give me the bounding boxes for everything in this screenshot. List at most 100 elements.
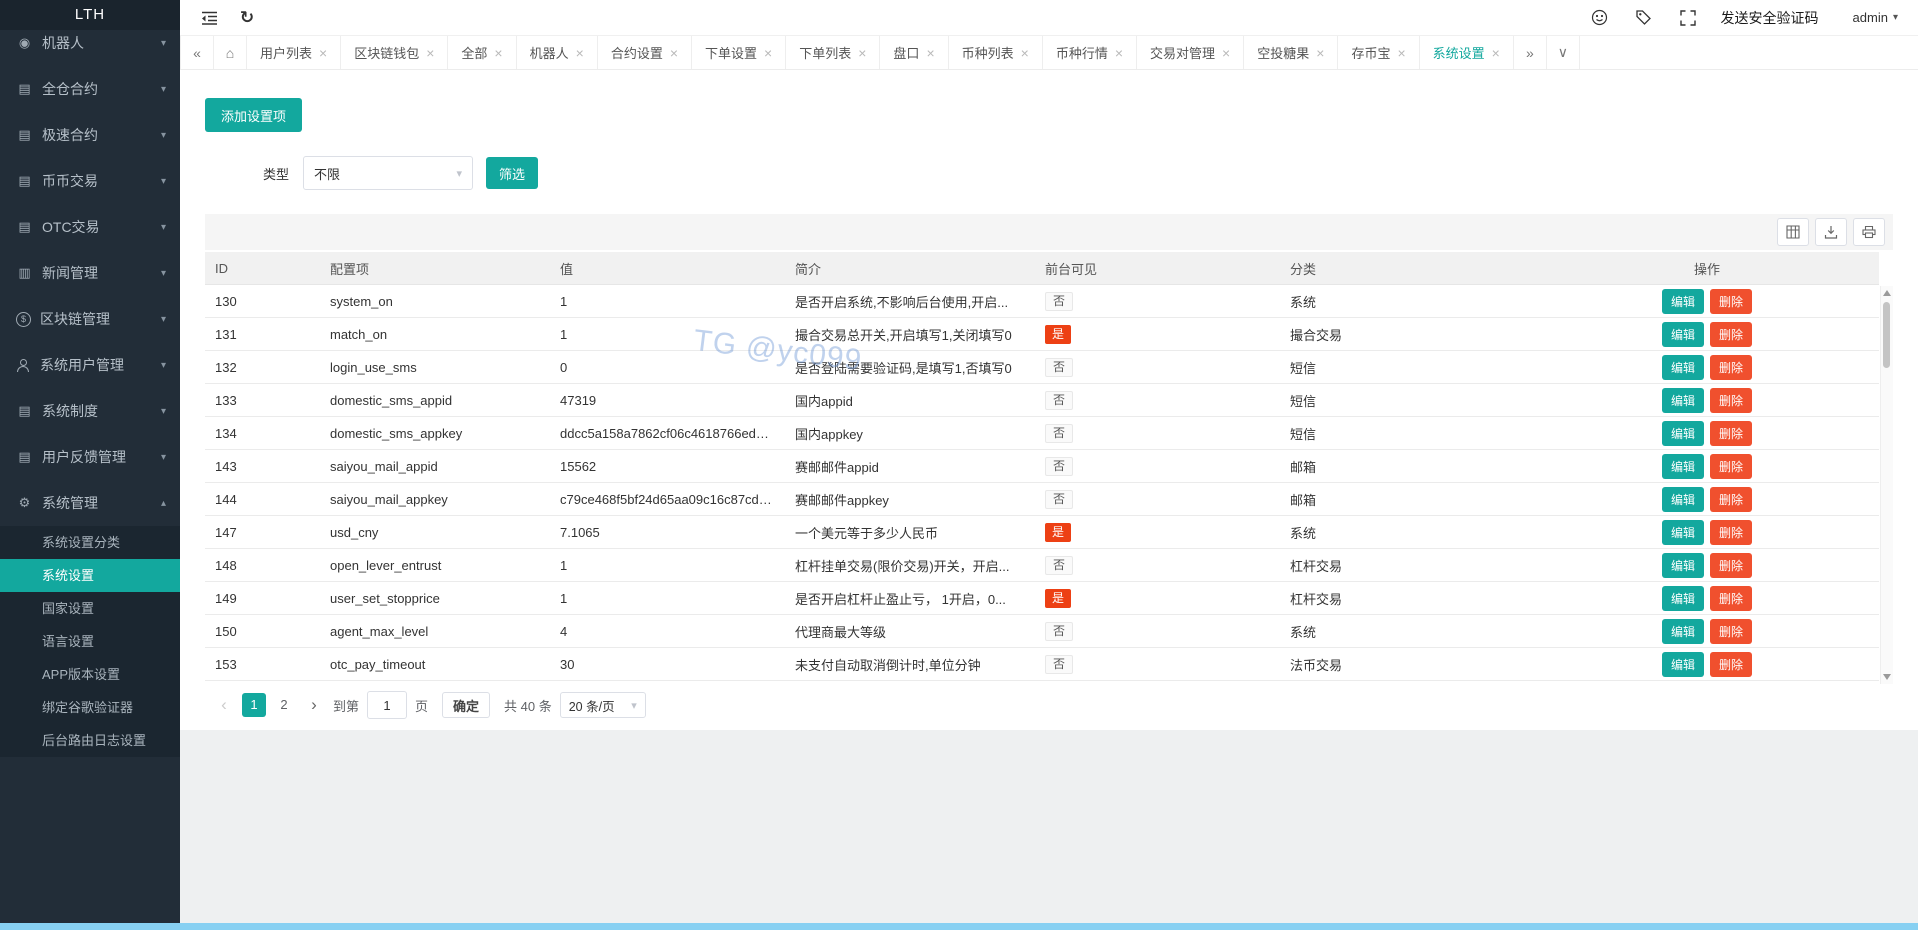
edit-button[interactable]: 编辑 bbox=[1662, 487, 1704, 512]
edit-button[interactable]: 编辑 bbox=[1662, 289, 1704, 314]
tabs-dropdown-button[interactable]: ∨ bbox=[1547, 36, 1580, 69]
delete-button[interactable]: 删除 bbox=[1710, 454, 1752, 479]
scroll-up-icon[interactable] bbox=[1883, 290, 1891, 296]
edit-button[interactable]: 编辑 bbox=[1662, 553, 1704, 578]
close-icon[interactable]: × bbox=[494, 46, 502, 60]
print-icon[interactable] bbox=[1853, 218, 1885, 246]
admin-menu[interactable]: admin ▾ bbox=[1853, 10, 1898, 25]
close-icon[interactable]: × bbox=[670, 46, 678, 60]
close-icon[interactable]: × bbox=[1316, 46, 1324, 60]
close-icon[interactable]: × bbox=[1397, 46, 1405, 60]
sidebar-subitem-setting-category[interactable]: 系统设置分类 bbox=[0, 526, 180, 559]
tab-deposit[interactable]: 存币宝× bbox=[1338, 36, 1419, 69]
sidebar-item-fast-contract[interactable]: ▤极速合约▾ bbox=[0, 112, 180, 158]
delete-button[interactable]: 删除 bbox=[1710, 652, 1752, 677]
edit-button[interactable]: 编辑 bbox=[1662, 619, 1704, 644]
export-icon[interactable] bbox=[1815, 218, 1847, 246]
tab-robot[interactable]: 机器人× bbox=[517, 36, 598, 69]
tab-coin-market[interactable]: 币种行情× bbox=[1043, 36, 1137, 69]
tab-order-list[interactable]: 下单列表× bbox=[786, 36, 880, 69]
delete-button[interactable]: 删除 bbox=[1710, 553, 1752, 578]
page-button-2[interactable]: 2 bbox=[272, 693, 296, 717]
edit-button[interactable]: 编辑 bbox=[1662, 586, 1704, 611]
filter-button[interactable]: 筛选 bbox=[486, 157, 538, 189]
tab-blockchain-wallet[interactable]: 区块链钱包× bbox=[341, 36, 448, 69]
delete-button[interactable]: 删除 bbox=[1710, 520, 1752, 545]
sidebar-item-full-contract[interactable]: ▤全仓合约▾ bbox=[0, 66, 180, 112]
columns-icon[interactable] bbox=[1777, 218, 1809, 246]
edit-button[interactable]: 编辑 bbox=[1662, 520, 1704, 545]
send-security-code-button[interactable]: 发送安全验证码 bbox=[1721, 8, 1819, 28]
close-icon[interactable]: × bbox=[1021, 46, 1029, 60]
delete-button[interactable]: 删除 bbox=[1710, 421, 1752, 446]
tag-icon[interactable] bbox=[1633, 7, 1655, 29]
tab-user-list[interactable]: 用户列表× bbox=[247, 36, 341, 69]
sidebar-subitem-google-auth[interactable]: 绑定谷歌验证器 bbox=[0, 691, 180, 724]
close-icon[interactable]: × bbox=[1492, 46, 1500, 60]
tab-pair-manage[interactable]: 交易对管理× bbox=[1137, 36, 1244, 69]
delete-button[interactable]: 删除 bbox=[1710, 289, 1752, 314]
prev-page-button[interactable]: ‹ bbox=[213, 695, 235, 715]
sidebar-subitem-system-setting[interactable]: 系统设置 bbox=[0, 559, 180, 592]
sidebar-item-news-manage[interactable]: ▥新闻管理▾ bbox=[0, 250, 180, 296]
tab-order-setting[interactable]: 下单设置× bbox=[692, 36, 786, 69]
next-page-button[interactable]: › bbox=[303, 695, 325, 715]
sidebar-subitem-route-log[interactable]: 后台路由日志设置 bbox=[0, 724, 180, 757]
tab-contract-setting[interactable]: 合约设置× bbox=[598, 36, 692, 69]
delete-button[interactable]: 删除 bbox=[1710, 322, 1752, 347]
sidebar-item-user-feedback[interactable]: ▤用户反馈管理▾ bbox=[0, 434, 180, 480]
delete-button[interactable]: 删除 bbox=[1710, 586, 1752, 611]
close-icon[interactable]: × bbox=[926, 46, 934, 60]
delete-button[interactable]: 删除 bbox=[1710, 487, 1752, 512]
tab-depth[interactable]: 盘口× bbox=[880, 36, 948, 69]
scroll-down-icon[interactable] bbox=[1883, 674, 1891, 680]
cell-value: 7.1065 bbox=[550, 516, 785, 549]
add-setting-button[interactable]: 添加设置项 bbox=[205, 98, 302, 132]
tab-system-setting[interactable]: 系统设置× bbox=[1420, 36, 1514, 69]
tab-airdrop[interactable]: 空投糖果× bbox=[1244, 36, 1338, 69]
sidebar-item-system-policy[interactable]: ▤系统制度▾ bbox=[0, 388, 180, 434]
tab-coin-list[interactable]: 币种列表× bbox=[949, 36, 1043, 69]
horizontal-scrollbar[interactable] bbox=[0, 923, 1918, 930]
edit-button[interactable]: 编辑 bbox=[1662, 388, 1704, 413]
edit-button[interactable]: 编辑 bbox=[1662, 355, 1704, 380]
delete-button[interactable]: 删除 bbox=[1710, 355, 1752, 380]
tabs-scroll-left-button[interactable]: « bbox=[180, 36, 214, 69]
sidebar-subitem-language-setting[interactable]: 语言设置 bbox=[0, 625, 180, 658]
fullscreen-icon[interactable] bbox=[1677, 7, 1699, 29]
close-icon[interactable]: × bbox=[1222, 46, 1230, 60]
close-icon[interactable]: × bbox=[426, 46, 434, 60]
sidebar-item-coin-trade[interactable]: ▤币币交易▾ bbox=[0, 158, 180, 204]
close-icon[interactable]: × bbox=[764, 46, 772, 60]
edit-button[interactable]: 编辑 bbox=[1662, 454, 1704, 479]
sidebar-item-system-users[interactable]: 系统用户管理▾ bbox=[0, 342, 180, 388]
close-icon[interactable]: × bbox=[1115, 46, 1123, 60]
home-tab[interactable]: ⌂ bbox=[214, 36, 247, 69]
tabs-scroll-right-button[interactable]: » bbox=[1514, 36, 1547, 69]
sidebar-subitem-country-setting[interactable]: 国家设置 bbox=[0, 592, 180, 625]
type-select[interactable]: 不限 ▾ bbox=[303, 156, 473, 190]
page-button-1[interactable]: 1 bbox=[242, 693, 266, 717]
sidebar-subitem-app-version[interactable]: APP版本设置 bbox=[0, 658, 180, 691]
collapse-sidebar-icon[interactable] bbox=[198, 7, 220, 29]
confirm-page-button[interactable]: 确定 bbox=[442, 692, 490, 718]
filter-row: 类型 不限 ▾ 筛选 bbox=[205, 156, 1918, 190]
edit-button[interactable]: 编辑 bbox=[1662, 652, 1704, 677]
page-size-select[interactable]: 20 条/页 ▾ bbox=[560, 692, 646, 718]
close-icon[interactable]: × bbox=[858, 46, 866, 60]
scrollbar-thumb[interactable] bbox=[1883, 302, 1890, 368]
close-icon[interactable]: × bbox=[576, 46, 584, 60]
refresh-icon[interactable]: ↻ bbox=[236, 7, 258, 29]
tab-all[interactable]: 全部× bbox=[448, 36, 516, 69]
sidebar-item-system-manage[interactable]: ⚙系统管理▴ bbox=[0, 480, 180, 526]
goto-page-input[interactable] bbox=[367, 691, 407, 719]
sidebar-item-blockchain-manage[interactable]: $区块链管理▾ bbox=[0, 296, 180, 342]
delete-button[interactable]: 删除 bbox=[1710, 388, 1752, 413]
table-scrollbar[interactable] bbox=[1880, 286, 1893, 684]
close-icon[interactable]: × bbox=[319, 46, 327, 60]
delete-button[interactable]: 删除 bbox=[1710, 619, 1752, 644]
sidebar-item-otc-trade[interactable]: ▤OTC交易▾ bbox=[0, 204, 180, 250]
edit-button[interactable]: 编辑 bbox=[1662, 421, 1704, 446]
theme-icon[interactable] bbox=[1589, 7, 1611, 29]
edit-button[interactable]: 编辑 bbox=[1662, 322, 1704, 347]
